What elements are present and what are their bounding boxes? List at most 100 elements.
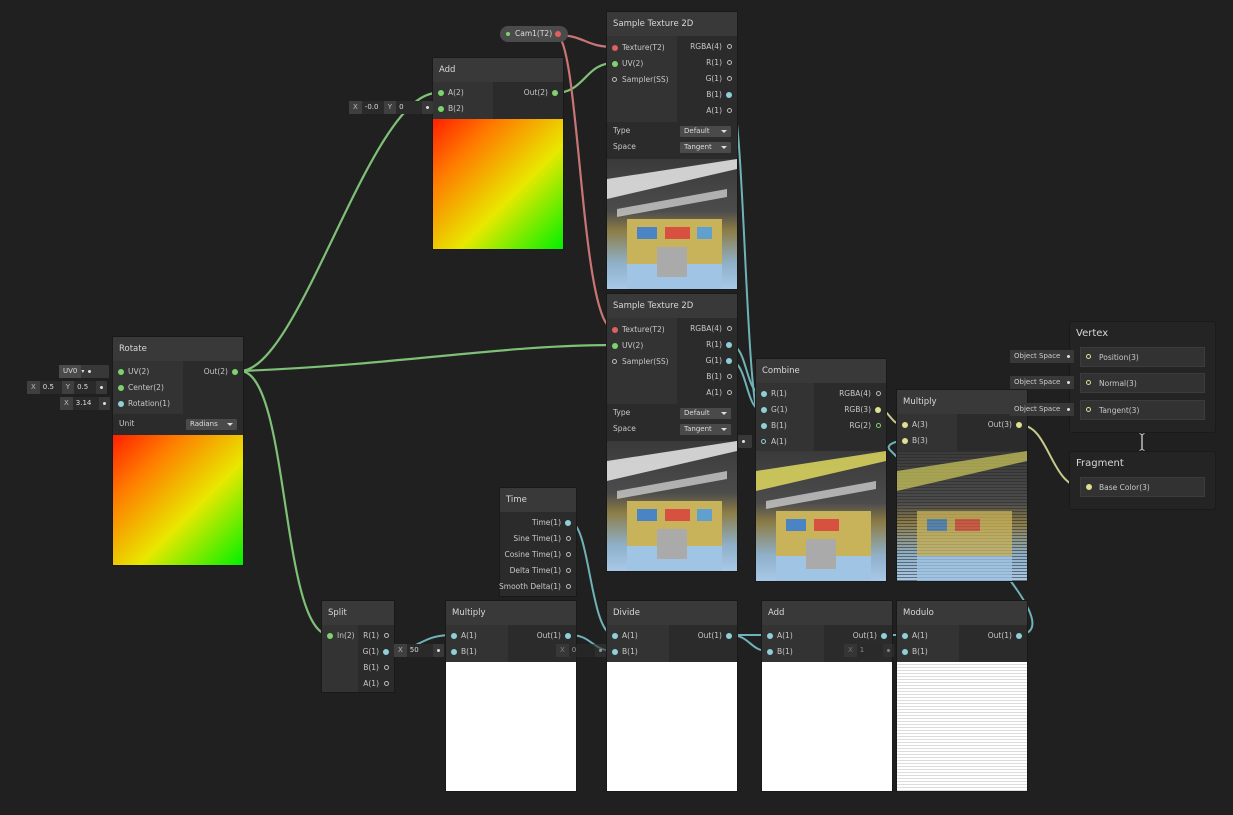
input-b[interactable]: B(1)	[762, 644, 824, 660]
output-smooth-delta[interactable]: Smooth Delta(1)	[499, 579, 576, 595]
port-a[interactable]	[438, 90, 444, 96]
port-a[interactable]	[767, 633, 773, 639]
output-g[interactable]: G(1)	[677, 71, 737, 87]
port-b[interactable]	[612, 649, 618, 655]
vertex-block[interactable]: Vertex Position(3) Normal(3) Tangent(3)	[1069, 321, 1216, 433]
output-rgb[interactable]: RGB(3)	[814, 402, 886, 418]
input-a[interactable]: A(1)	[607, 628, 669, 644]
input-a[interactable]: A(2)	[433, 85, 493, 101]
input-r[interactable]: R(1)	[756, 386, 814, 402]
vertex-position-slot[interactable]: Position(3)	[1080, 347, 1205, 367]
input-a[interactable]: A(1)	[446, 628, 508, 644]
port-r[interactable]	[384, 633, 389, 638]
divide-b-field[interactable]: X0	[556, 644, 606, 657]
output-a[interactable]: A(1)	[358, 676, 394, 692]
port-a[interactable]	[902, 422, 908, 428]
port-r[interactable]	[726, 342, 732, 348]
output-a[interactable]: A(1)	[677, 385, 737, 401]
port-b[interactable]	[767, 649, 773, 655]
port-b[interactable]	[726, 92, 732, 98]
port-b[interactable]	[902, 649, 908, 655]
port-a[interactable]	[451, 633, 457, 639]
port-uv[interactable]	[612, 61, 618, 67]
output-out[interactable]: Out(2)	[493, 85, 563, 101]
add-b-input-field[interactable]: X -0.0 Y 0	[349, 101, 434, 114]
rotate-rotation-field[interactable]: X 3.14	[60, 397, 110, 410]
port-b[interactable]	[902, 438, 908, 444]
fragment-block[interactable]: Fragment Base Color(3)	[1069, 451, 1216, 510]
input-uv[interactable]: UV(2)	[113, 364, 183, 380]
type-dropdown[interactable]: Default	[680, 126, 731, 137]
cam-port-right[interactable]	[555, 31, 561, 37]
port-tangent[interactable]	[1086, 407, 1091, 412]
input-sampler[interactable]: Sampler(SS)	[607, 72, 677, 88]
port-g[interactable]	[726, 358, 732, 364]
port-b[interactable]	[384, 665, 389, 670]
output-out[interactable]: Out(1)	[508, 628, 576, 644]
modulo-node[interactable]: Modulo A(1) B(1) Out(1)	[897, 601, 1027, 791]
output-sine-time[interactable]: Sine Time(1)	[500, 531, 576, 547]
output-b[interactable]: B(1)	[677, 369, 737, 385]
port-a[interactable]	[612, 633, 618, 639]
port-a[interactable]	[727, 390, 732, 395]
port-position[interactable]	[1086, 354, 1091, 359]
port-rgba[interactable]	[727, 44, 732, 49]
port-sine-time[interactable]	[566, 536, 571, 541]
output-out[interactable]: Out(1)	[669, 628, 737, 644]
port-b[interactable]	[761, 423, 767, 429]
vertex-tangent-slot[interactable]: Tangent(3)	[1080, 400, 1205, 420]
input-b[interactable]: B(3)	[897, 433, 957, 449]
multiply-node-top[interactable]: Multiply A(3) B(3) Out(3)	[897, 390, 1027, 581]
output-a[interactable]: A(1)	[677, 103, 737, 119]
input-a[interactable]: A(3)	[897, 417, 957, 433]
port-smooth-delta[interactable]	[566, 584, 571, 589]
output-r[interactable]: R(1)	[358, 628, 394, 644]
port-b[interactable]	[451, 649, 457, 655]
input-texture[interactable]: Texture(T2)	[607, 40, 677, 56]
tangent-space-field[interactable]: Object Space	[1010, 403, 1074, 416]
input-a[interactable]: A(1)	[897, 628, 959, 644]
port-rg[interactable]	[876, 423, 881, 428]
input-b[interactable]: B(1)	[446, 644, 508, 660]
output-delta-time[interactable]: Delta Time(1)	[500, 563, 576, 579]
input-sampler[interactable]: Sampler(SS)	[607, 354, 677, 370]
add-b-field[interactable]: X1	[844, 644, 894, 657]
input-g[interactable]: G(1)	[756, 402, 814, 418]
port-a[interactable]	[384, 681, 389, 686]
output-out[interactable]: Out(1)	[824, 628, 892, 644]
rotate-node[interactable]: Rotate UV(2) Center(2) Rotation(1) Out(2…	[113, 337, 243, 565]
normal-space-field[interactable]: Object Space	[1010, 376, 1074, 389]
port-r[interactable]	[761, 391, 767, 397]
port-out[interactable]	[1016, 422, 1022, 428]
port-uv[interactable]	[118, 369, 124, 375]
position-space-field[interactable]: Object Space	[1010, 350, 1074, 363]
output-g[interactable]: G(1)	[358, 644, 394, 660]
output-b[interactable]: B(1)	[677, 87, 737, 103]
input-b[interactable]: B(2)	[433, 101, 493, 117]
port-rotation[interactable]	[118, 401, 124, 407]
output-g[interactable]: G(1)	[677, 353, 737, 369]
port-texture[interactable]	[612, 45, 618, 51]
port-rgb[interactable]	[875, 407, 881, 413]
divide-node[interactable]: Divide A(1) B(1) Out(1)	[607, 601, 737, 791]
port-sampler[interactable]	[612, 77, 617, 82]
input-b[interactable]: B(1)	[756, 418, 814, 434]
input-uv[interactable]: UV(2)	[607, 56, 677, 72]
port-b[interactable]	[438, 106, 444, 112]
port-center[interactable]	[118, 385, 124, 391]
input-in[interactable]: In(2)	[322, 628, 358, 644]
output-rgba[interactable]: RGBA(4)	[677, 39, 737, 55]
input-a[interactable]: A(1)	[756, 434, 814, 450]
port-b[interactable]	[727, 374, 732, 379]
output-cosine-time[interactable]: Cosine Time(1)	[500, 547, 576, 563]
type-dropdown[interactable]: Default	[680, 408, 731, 419]
output-r[interactable]: R(1)	[677, 55, 737, 71]
port-g[interactable]	[383, 649, 389, 655]
input-b[interactable]: B(1)	[897, 644, 959, 660]
port-out[interactable]	[726, 633, 732, 639]
input-uv[interactable]: UV(2)	[607, 338, 677, 354]
output-out[interactable]: Out(2)	[183, 364, 243, 380]
vertex-normal-slot[interactable]: Normal(3)	[1080, 373, 1205, 393]
add-node-bottom[interactable]: Add A(1) B(1) Out(1)	[762, 601, 892, 791]
output-b[interactable]: B(1)	[358, 660, 394, 676]
